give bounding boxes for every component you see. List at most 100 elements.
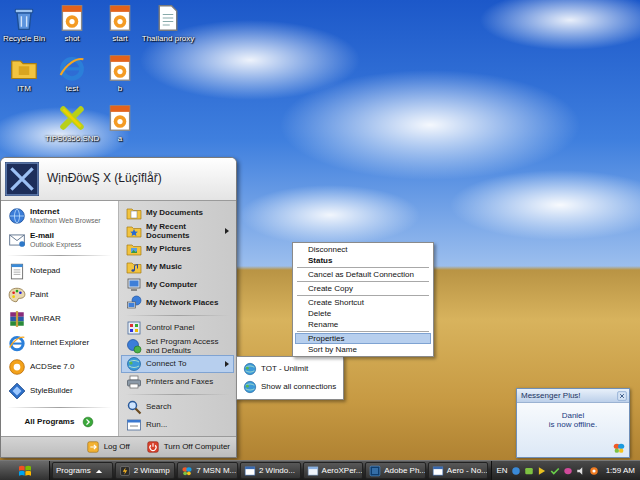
desktop-icon[interactable]: Thailand proxy	[144, 2, 192, 52]
recent-program[interactable]: WinRAR	[3, 307, 116, 331]
context-menu-label: Rename	[308, 320, 338, 329]
place-item[interactable]: My Network Places	[121, 294, 234, 312]
tray-app-icon[interactable]	[511, 466, 521, 476]
tray-app-icon[interactable]	[537, 466, 547, 476]
place-item[interactable]: Printers and Faxes	[121, 373, 234, 391]
desktop-icon[interactable]: ITM	[0, 52, 48, 102]
start-menu-footer: Log Off Turn Off Computer	[1, 436, 236, 457]
separator	[7, 255, 112, 256]
place-item[interactable]: Control Panel	[121, 319, 234, 337]
taskbar-button-label: Aero - No...	[447, 466, 488, 475]
desktop[interactable]: Recycle BinITMshottestTIPS0356.SNDstartb…	[0, 0, 640, 480]
tray-app-icon[interactable]	[589, 466, 599, 476]
submenu-arrow-icon	[225, 361, 229, 367]
tray-app-icon[interactable]	[576, 466, 586, 476]
pinned-text: E-mailOutlook Express	[30, 231, 81, 248]
green-arrow-icon	[82, 416, 94, 428]
taskbar-button[interactable]: 2 Winamp	[115, 462, 176, 479]
recent-program[interactable]: Paint	[3, 283, 116, 307]
taskbar-button[interactable]: AeroXPer...	[303, 462, 364, 479]
mydocs-icon	[126, 205, 142, 221]
all-programs-button[interactable]: All Programs	[3, 411, 116, 433]
printer-icon	[126, 374, 142, 390]
system-tray: EN1:59 AM	[491, 461, 640, 480]
place-label: Run...	[146, 420, 229, 429]
recent-program[interactable]: Notepad	[3, 259, 116, 283]
context-menu-item[interactable]: Cancel as Default Connection	[295, 269, 431, 280]
messenger-notification[interactable]: Messenger Plus! Danielis now offline.	[516, 388, 630, 458]
tray-app-icon[interactable]	[550, 466, 560, 476]
place-item[interactable]: My Music	[121, 258, 234, 276]
place-item[interactable]: Search	[121, 398, 234, 416]
context-menu-item[interactable]: Create Copy	[295, 283, 431, 294]
tray-app-icon[interactable]	[524, 466, 534, 476]
notification-body: Danielis now offline.	[517, 403, 629, 457]
music-icon	[126, 259, 142, 275]
context-menu-item[interactable]: Delete	[295, 308, 431, 319]
place-item[interactable]: My Pictures	[121, 240, 234, 258]
control-icon	[126, 320, 142, 336]
desktop-icon[interactable]: test	[48, 52, 96, 102]
desktop-icon[interactable]: shot	[48, 2, 96, 52]
taskbar-button[interactable]: Adobe Ph...	[365, 462, 426, 479]
recent-program[interactable]: StyleBuilder	[3, 379, 116, 403]
close-icon[interactable]	[617, 391, 627, 401]
place-item[interactable]: Run...	[121, 416, 234, 434]
language-indicator[interactable]: EN	[497, 466, 508, 475]
desktop-icon[interactable]: start	[96, 2, 144, 52]
program-label: Paint	[30, 290, 48, 299]
place-label: My Pictures	[146, 244, 229, 253]
place-label: My Recent Documents	[146, 222, 221, 240]
doc-icon	[154, 4, 182, 32]
pinned-subtitle: Maxthon Web Browser	[30, 217, 101, 225]
connection-item[interactable]: TOT - Unlimit	[239, 360, 341, 378]
place-item[interactable]: My Documents	[121, 204, 234, 222]
place-label: Search	[146, 402, 229, 411]
context-menu-item[interactable]: Disconnect	[295, 244, 431, 255]
context-menu-item[interactable]: Rename	[295, 319, 431, 330]
separator	[297, 267, 429, 268]
turn-off-button[interactable]: Turn Off Computer	[146, 440, 230, 454]
programs-column: InternetMaxthon Web Browser E-mailOutlook…	[1, 201, 119, 436]
recent-icon	[126, 223, 142, 239]
context-menu-label: Sort by Name	[308, 345, 357, 354]
connection-item[interactable]: Show all connections	[239, 378, 341, 396]
windows-flag-icon	[17, 463, 33, 479]
place-item[interactable]: Set Program Access and Defaults	[121, 337, 234, 355]
desktop-icon[interactable]: Recycle Bin	[0, 2, 48, 52]
recent-program[interactable]: ACDSee 7.0	[3, 355, 116, 379]
all-programs-label: All Programs	[25, 417, 75, 426]
icon-column: shottestTIPS0356.SND	[48, 2, 96, 152]
program-label: Internet Explorer	[30, 338, 89, 347]
context-menu-item[interactable]: Create Shortcut	[295, 297, 431, 308]
logoff-icon	[86, 440, 100, 454]
pinned-item[interactable]: E-mailOutlook Express	[3, 228, 116, 252]
desktop-icon[interactable]: b	[96, 52, 144, 102]
taskbar-button-label: 2 Windo...	[259, 466, 295, 475]
place-item[interactable]: My Recent Documents	[121, 222, 234, 240]
icon-column: Thailand proxy	[144, 2, 192, 152]
place-item[interactable]: My Computer	[121, 276, 234, 294]
context-menu-item[interactable]: Properties	[295, 333, 431, 344]
notification-title: Messenger Plus!	[521, 391, 581, 400]
desktop-icon[interactable]: a	[96, 102, 144, 152]
place-label: My Computer	[146, 280, 229, 289]
context-menu-item[interactable]: Sort by Name	[295, 344, 431, 355]
taskbar-button[interactable]: Programs	[52, 462, 113, 479]
desktop-icon[interactable]: TIPS0356.SND	[48, 102, 96, 152]
recent-program[interactable]: Internet Explorer	[3, 331, 116, 355]
log-off-button[interactable]: Log Off	[86, 440, 130, 454]
start-button[interactable]	[0, 461, 50, 480]
pinned-item[interactable]: InternetMaxthon Web Browser	[3, 204, 116, 228]
footer-label: Log Off	[104, 442, 130, 451]
pinned-text: InternetMaxthon Web Browser	[30, 207, 101, 224]
context-menu-item[interactable]: Status	[295, 255, 431, 266]
window-icon	[432, 465, 444, 477]
taskbar-button[interactable]: 7 MSN M...	[177, 462, 238, 479]
pinned-title: Internet	[30, 207, 101, 216]
taskbar-button[interactable]: Aero - No...	[428, 462, 489, 479]
place-item[interactable]: Connect To	[121, 355, 234, 373]
user-logo-icon	[5, 162, 39, 196]
tray-app-icon[interactable]	[563, 466, 573, 476]
taskbar-button[interactable]: 2 Windo...	[240, 462, 301, 479]
